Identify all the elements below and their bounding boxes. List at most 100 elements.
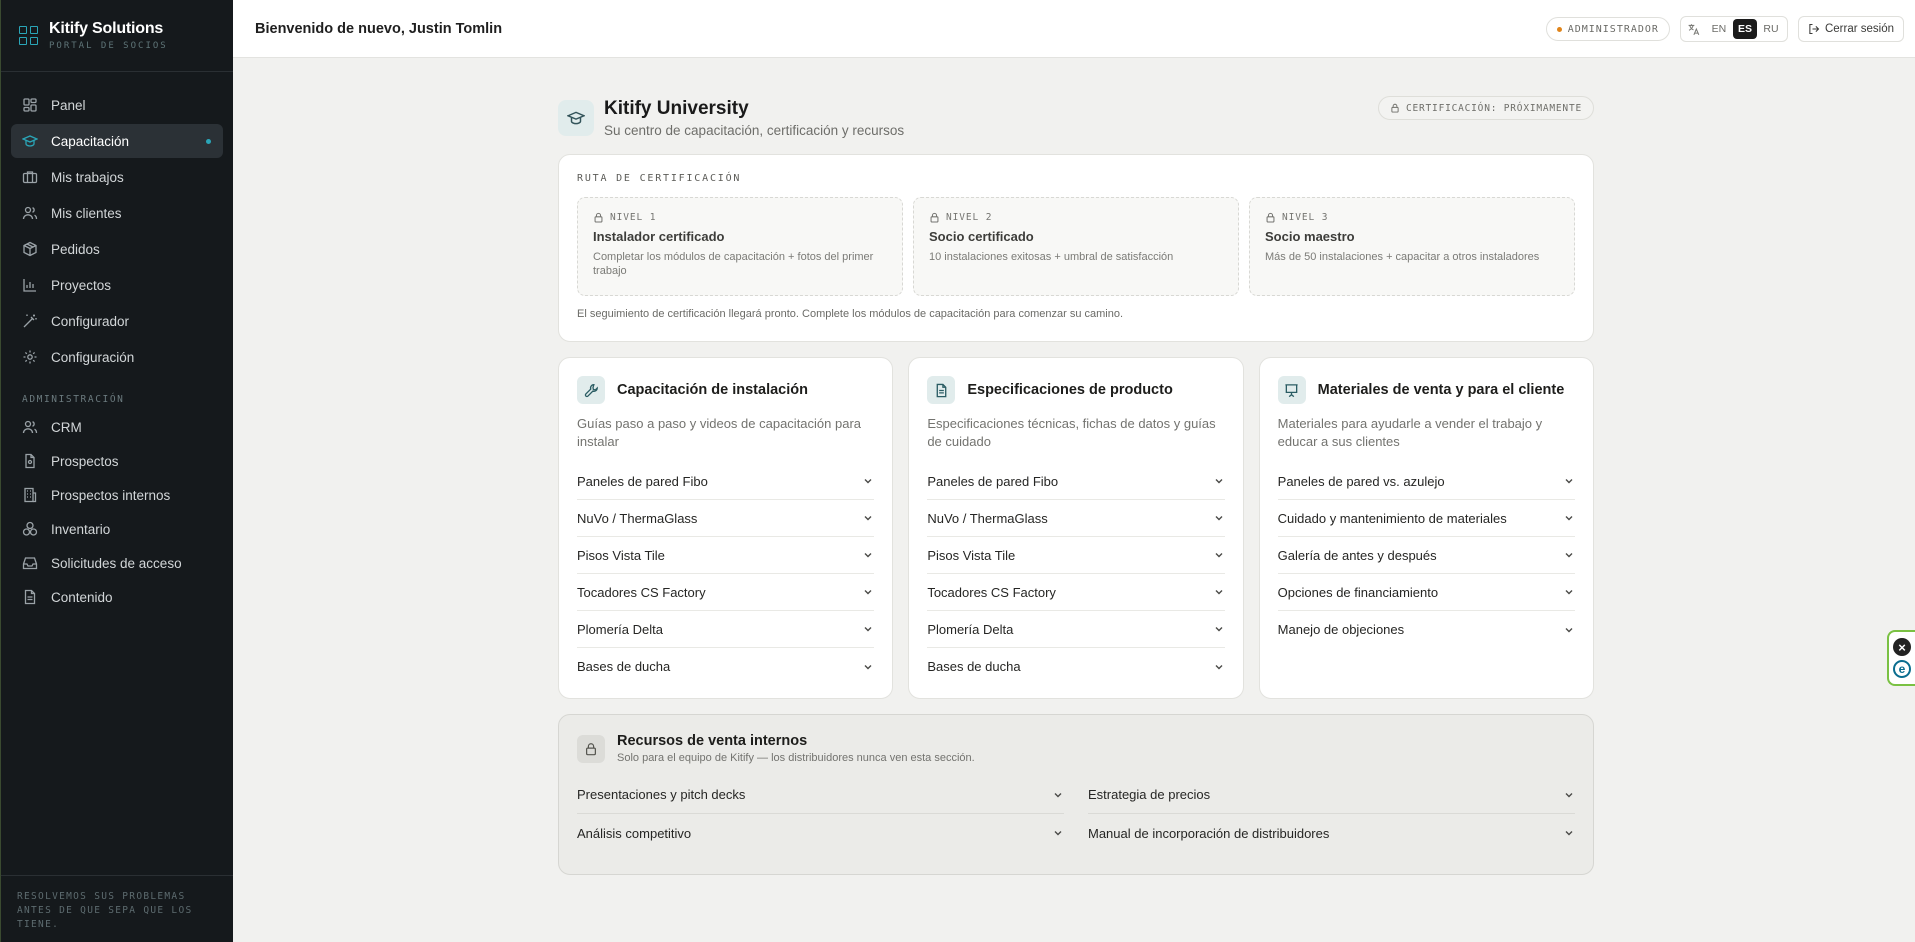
language-en-button[interactable]: EN (1707, 19, 1731, 39)
installation-training-card: Capacitación de instalación Guías paso a… (558, 357, 894, 699)
sidebar-item-configuracion[interactable]: Configuración (11, 340, 223, 374)
chevron-down-icon (1563, 586, 1575, 598)
chevron-down-icon (1052, 789, 1064, 801)
accordion-item[interactable]: NuVo / ThermaGlass (927, 500, 1225, 537)
accordion-item[interactable]: Estrategia de precios (1088, 776, 1575, 814)
accordion-item[interactable]: Pisos Vista Tile (577, 537, 875, 574)
level-tag: NIVEL 2 (946, 212, 993, 223)
language-ru-button[interactable]: RU (1759, 19, 1783, 39)
chevron-down-icon (1563, 512, 1575, 524)
sidebar-item-label: CRM (51, 419, 82, 435)
sidebar-item-label: Configuración (51, 349, 135, 365)
resource-sections: Capacitación de instalación Guías paso a… (558, 357, 1594, 699)
chevron-down-icon (1052, 827, 1064, 839)
sidebar-item-contenido[interactable]: Contenido (11, 581, 223, 613)
accordion-item[interactable]: Paneles de pared Fibo (927, 463, 1225, 500)
sidebar-item-label: Panel (51, 97, 86, 113)
package-icon (22, 241, 38, 257)
wrench-icon (577, 376, 605, 404)
sidebar-item-configurador[interactable]: Configurador (11, 304, 223, 338)
sidebar-item-label: Prospectos (51, 453, 119, 469)
section-description: Materiales para ayudarle a vender el tra… (1277, 416, 1543, 449)
brand-logo-icon (19, 25, 39, 46)
accordion-item-label: Análisis competitivo (577, 825, 692, 841)
accordion-item[interactable]: Tocadores CS Factory (927, 574, 1225, 611)
sidebar-item-mis-clientes[interactable]: Mis clientes (11, 196, 223, 230)
sidebar-item-capacitacion[interactable]: Capacitación (11, 124, 223, 158)
topbar: Bienvenido de nuevo, Justin Tomlin ADMIN… (233, 0, 1915, 58)
brand-name: Kitify Solutions (49, 20, 164, 37)
accordion-list: Paneles de pared vs. azulejo Cuidado y m… (1277, 463, 1575, 648)
level-name: Instalador certificado (593, 229, 725, 244)
accordion-item[interactable]: Bases de ducha (927, 648, 1224, 685)
lock-icon (577, 734, 605, 763)
accordion-item-label: NuVo / ThermaGlass (927, 510, 1048, 526)
accordion-item[interactable]: Tocadores CS Factory (577, 574, 875, 611)
sidebar-item-proyectos[interactable]: Proyectos (11, 268, 223, 302)
chart-icon (22, 277, 38, 293)
certification-status-label: CERTIFICACIÓN: PRÓXIMAMENTE (1405, 102, 1582, 114)
accordion-item-label: Paneles de pared vs. azulejo (1277, 473, 1445, 489)
chevron-down-icon (862, 549, 874, 561)
role-badge: ADMINISTRADOR (1545, 17, 1670, 41)
accordion-item-label: Pisos Vista Tile (577, 547, 665, 563)
accordion-item[interactable]: Manual de incorporación de distribuidore… (1088, 814, 1575, 852)
certification-level-3: NIVEL 3 Socio maestro Más de 50 instalac… (1249, 197, 1575, 296)
section-description: Especificaciones técnicas, fichas de dat… (927, 416, 1216, 449)
accordion-item-label: Opciones de financiamiento (1277, 584, 1439, 600)
sidebar-item-pedidos[interactable]: Pedidos (11, 232, 223, 266)
accordion-list: Paneles de pared Fibo NuVo / ThermaGlass… (577, 463, 875, 685)
logout-label: Cerrar sesión (1824, 23, 1894, 35)
gear-icon (22, 349, 38, 365)
sidebar-item-label: Prospectos internos (51, 487, 171, 503)
accordion-item-label: Presentaciones y pitch decks (577, 787, 746, 802)
accordion-item[interactable]: Plomería Delta (577, 611, 875, 648)
sidebar-item-panel[interactable]: Panel (11, 88, 223, 122)
close-icon[interactable]: × (1893, 638, 1911, 656)
accordion-item[interactable]: Pisos Vista Tile (927, 537, 1225, 574)
section-description: Guías paso a paso y videos de capacitaci… (577, 416, 862, 449)
document-icon (927, 376, 956, 404)
sidebar-item-crm[interactable]: CRM (11, 411, 223, 443)
sidebar-item-label: Pedidos (51, 241, 100, 257)
users-icon (22, 419, 38, 435)
lock-icon (594, 212, 603, 223)
chevron-down-icon (1213, 512, 1225, 524)
page-header: Kitify University Su centro de capacitac… (558, 96, 1594, 140)
accordion-item[interactable]: Galería de antes y después (1277, 537, 1575, 574)
extension-widget: × e (1887, 630, 1915, 686)
brand-subtitle: PORTAL DE SOCIOS (49, 41, 168, 51)
sidebar-item-inventario[interactable]: Inventario (11, 513, 223, 545)
briefcase-icon (22, 169, 38, 185)
sidebar-item-prospectos-internos[interactable]: Prospectos internos (11, 479, 223, 511)
accordion-item[interactable]: Cuidado y mantenimiento de materiales (1277, 500, 1575, 537)
document-icon (22, 589, 38, 605)
accordion-item-label: Plomería Delta (577, 621, 663, 637)
presentation-icon (1277, 376, 1306, 404)
accordion-item[interactable]: NuVo / ThermaGlass (577, 500, 875, 537)
graduation-cap-icon (558, 100, 594, 136)
accordion-item[interactable]: Presentaciones y pitch decks (577, 776, 1064, 814)
accordion-item[interactable]: Manejo de objeciones (1278, 611, 1575, 648)
sidebar-item-label: Contenido (51, 589, 113, 605)
accordion-item-label: Galería de antes y después (1277, 547, 1437, 563)
accordion-item[interactable]: Bases de ducha (577, 648, 874, 685)
sidebar-item-prospectos[interactable]: Prospectos (11, 445, 223, 477)
language-es-button[interactable]: ES (1732, 19, 1757, 39)
accordion-item[interactable]: Plomería Delta (927, 611, 1225, 648)
extension-logo-icon[interactable]: e (1893, 660, 1911, 678)
logout-button[interactable]: Cerrar sesión (1797, 16, 1904, 42)
accordion-item[interactable]: Paneles de pared vs. azulejo (1277, 463, 1575, 500)
file-icon (22, 453, 38, 469)
accordion-item[interactable]: Análisis competitivo (577, 814, 1064, 852)
sidebar-item-mis-trabajos[interactable]: Mis trabajos (11, 160, 223, 194)
accordion-item[interactable]: Opciones de financiamiento (1277, 574, 1575, 611)
page-title: Kitify University (604, 98, 749, 119)
certification-status-badge: CERTIFICACIÓN: PRÓXIMAMENTE (1377, 96, 1594, 120)
certification-note: El seguimiento de certificación llegará … (577, 308, 1124, 320)
brand[interactable]: Kitify Solutions PORTAL DE SOCIOS (1, 0, 233, 72)
accordion-item-label: Estrategia de precios (1088, 787, 1211, 802)
sidebar-item-solicitudes-de-acceso[interactable]: Solicitudes de acceso (11, 547, 223, 579)
accordion-item[interactable]: Paneles de pared Fibo (577, 463, 875, 500)
main-content: Kitify University Su centro de capacitac… (558, 96, 1594, 875)
